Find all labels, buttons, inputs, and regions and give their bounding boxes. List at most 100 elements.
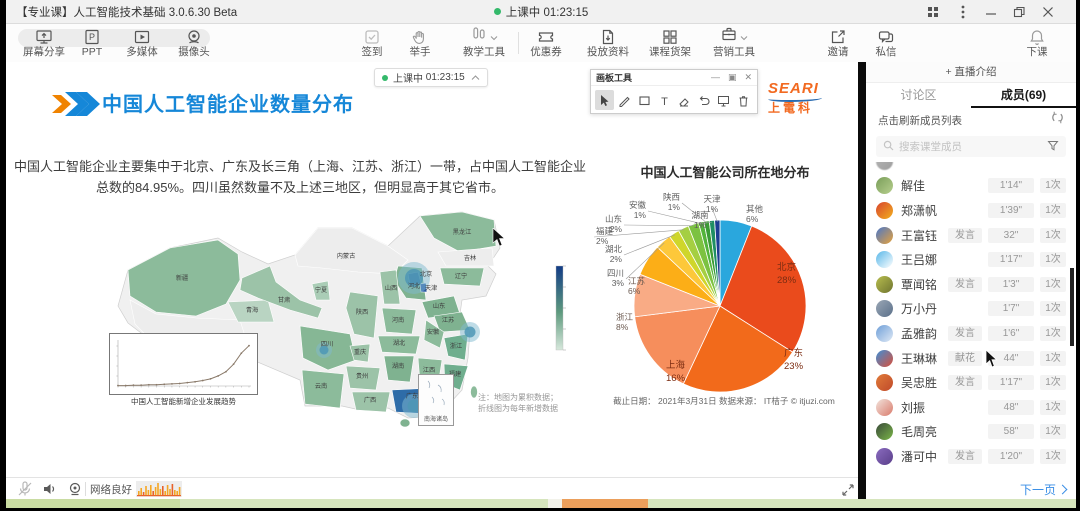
resize-icon[interactable] (836, 480, 858, 498)
pie-label: 陕西 (663, 192, 680, 202)
member-row[interactable]: 刘振48"1次 (866, 395, 1076, 420)
select-tool-icon[interactable] (595, 90, 614, 110)
speaker-icon[interactable] (39, 480, 61, 498)
pie-label: 1% (694, 220, 707, 230)
pie-label: 浙江 (616, 312, 634, 322)
pie-label: 16% (666, 373, 686, 384)
speak-count-badge: 1次 (1040, 326, 1066, 341)
chevron-down-icon (740, 28, 748, 46)
add-live-intro[interactable]: + 直播介绍 (866, 62, 1076, 83)
pie-label: 8% (616, 322, 629, 332)
svg-text:T: T (661, 96, 668, 107)
pie-label: 3% (612, 278, 625, 288)
board-tool-icon[interactable] (714, 90, 733, 110)
teaching-tools-button[interactable]: 教学工具 (452, 27, 516, 59)
member-row[interactable]: 解佳1'14"1次 (866, 174, 1076, 199)
member-row[interactable]: 王富钰发言32"1次 (866, 223, 1076, 248)
board-tools-panel: 画板工具 — ▣ ✕ T (590, 69, 758, 114)
map-label-陕西: 陕西 (356, 308, 368, 316)
avatar (876, 177, 893, 194)
map-label-新疆: 新疆 (176, 274, 188, 282)
undo-tool-icon[interactable] (694, 90, 713, 110)
bottom-progress-strip (6, 499, 1076, 508)
pie-label: 28% (777, 275, 797, 286)
south-sea-inset: 南海诸岛 (418, 374, 454, 426)
tab-discussion[interactable]: 讨论区 (866, 82, 971, 108)
member-row[interactable]: 覃闻铭发言1'3"1次 (866, 272, 1076, 297)
close-button[interactable] (1038, 3, 1058, 20)
search-placeholder: 搜索课堂成员 (899, 139, 1042, 154)
restore-button[interactable] (1009, 3, 1029, 20)
member-name: 解佳 (901, 177, 925, 194)
refresh-icon[interactable] (1051, 111, 1064, 129)
pie-label: 江苏 (628, 276, 646, 286)
member-row[interactable]: 王吕娜1'17"1次 (866, 247, 1076, 272)
member-row[interactable]: 孟雅韵发言1'6"1次 (866, 321, 1076, 346)
end-class-button[interactable]: 下课 (1005, 27, 1069, 59)
member-list-scrollbar[interactable] (1070, 268, 1074, 346)
pie-label: 其他 (746, 204, 764, 214)
class-status: 上课中 01:23:15 (6, 4, 1076, 20)
course-shelf-button[interactable]: 课程货架 (638, 27, 702, 59)
online-dot-icon (494, 8, 501, 15)
webcam-toggle-icon[interactable] (64, 480, 86, 498)
pie-label: 四川 (607, 268, 624, 278)
svg-text:P: P (89, 32, 95, 42)
pie-label: 上海 (666, 359, 686, 371)
member-row[interactable]: 潘可中发言1'20"1次 (866, 444, 1076, 469)
pen-tool-icon[interactable] (615, 90, 634, 110)
shelf-grid-icon (638, 27, 702, 46)
filter-icon[interactable] (1047, 138, 1059, 156)
avatar (876, 251, 893, 268)
avatar (876, 350, 893, 367)
materials-button[interactable]: 投放资料 (576, 27, 640, 59)
member-row[interactable]: 吴忠胜发言1'17"1次 (866, 370, 1076, 395)
pie-label: 山东 (605, 214, 622, 224)
camera-button[interactable]: 摄像头 (162, 27, 226, 59)
speak-count-badge: 1次 (1040, 277, 1066, 292)
text-tool-icon[interactable]: T (655, 90, 674, 110)
raise-hand-button[interactable]: 举手 (388, 27, 452, 59)
ticket-icon (514, 27, 578, 46)
member-row[interactable]: 郑潇帆1'39"1次 (866, 198, 1076, 223)
map-label-北京: 北京 (420, 270, 432, 278)
webcam-icon (162, 27, 226, 46)
map-label-河北: 河北 (408, 282, 421, 290)
speak-duration-badge: 1'39" (988, 203, 1034, 218)
tab-members[interactable]: 成员(69) (971, 82, 1076, 108)
avatar (876, 276, 893, 293)
right-sidebar: + 直播介绍 讨论区 成员(69) 点击刷新成员列表 搜索课堂成员 解佳1'14… (866, 62, 1076, 499)
minimize-button[interactable] (981, 3, 1001, 20)
panel-close-icon[interactable]: ✕ (744, 73, 752, 82)
speak-duration-badge: 1'17" (988, 252, 1034, 267)
member-row[interactable]: 王琳琳献花44"1次 (866, 346, 1076, 371)
more-menu-icon[interactable] (953, 3, 973, 20)
private-message-button[interactable]: 私信 (854, 27, 918, 59)
next-page-button[interactable]: 下一页 (1020, 481, 1066, 498)
map-label-江苏: 江苏 (442, 316, 454, 324)
coupon-button[interactable]: 优惠券 (514, 27, 578, 59)
collapse-caret-icon[interactable] (471, 75, 480, 81)
pie-label: 6% (746, 214, 759, 224)
map-label-内蒙古: 内蒙古 (337, 252, 356, 260)
pie-label: 安徽 (629, 200, 647, 210)
member-row[interactable]: 毛周亮58"1次 (866, 420, 1076, 445)
slide-paragraph: 中国人工智能企业主要集中于北京、广东及长三角（上海、江苏、浙江）一带，占中国人工… (14, 156, 586, 198)
layout-grid-icon[interactable] (923, 3, 943, 20)
slide-title: 中国人工智能企业数量分布 (102, 88, 354, 117)
panel-restore-icon[interactable]: ▣ (728, 73, 737, 82)
search-input[interactable]: 搜索课堂成员 (876, 136, 1066, 157)
avatar (876, 325, 893, 342)
speak-count-badge: 1次 (1040, 375, 1066, 390)
member-name: 孟雅韵 (901, 325, 937, 342)
trash-tool-icon[interactable] (734, 90, 753, 110)
eraser-tool-icon[interactable] (674, 90, 693, 110)
member-row[interactable]: 万小丹1'7"1次 (866, 297, 1076, 322)
rect-tool-icon[interactable] (635, 90, 654, 110)
marketing-tools-button[interactable]: 营销工具 (702, 27, 766, 59)
class-timer-pill[interactable]: 上课中 01:23:15 (374, 68, 488, 87)
panel-minimize-icon[interactable]: — (711, 73, 720, 82)
mic-muted-icon[interactable] (14, 480, 36, 498)
refresh-members-row[interactable]: 点击刷新成员列表 (866, 108, 1076, 132)
pie-label: 23% (784, 361, 804, 372)
